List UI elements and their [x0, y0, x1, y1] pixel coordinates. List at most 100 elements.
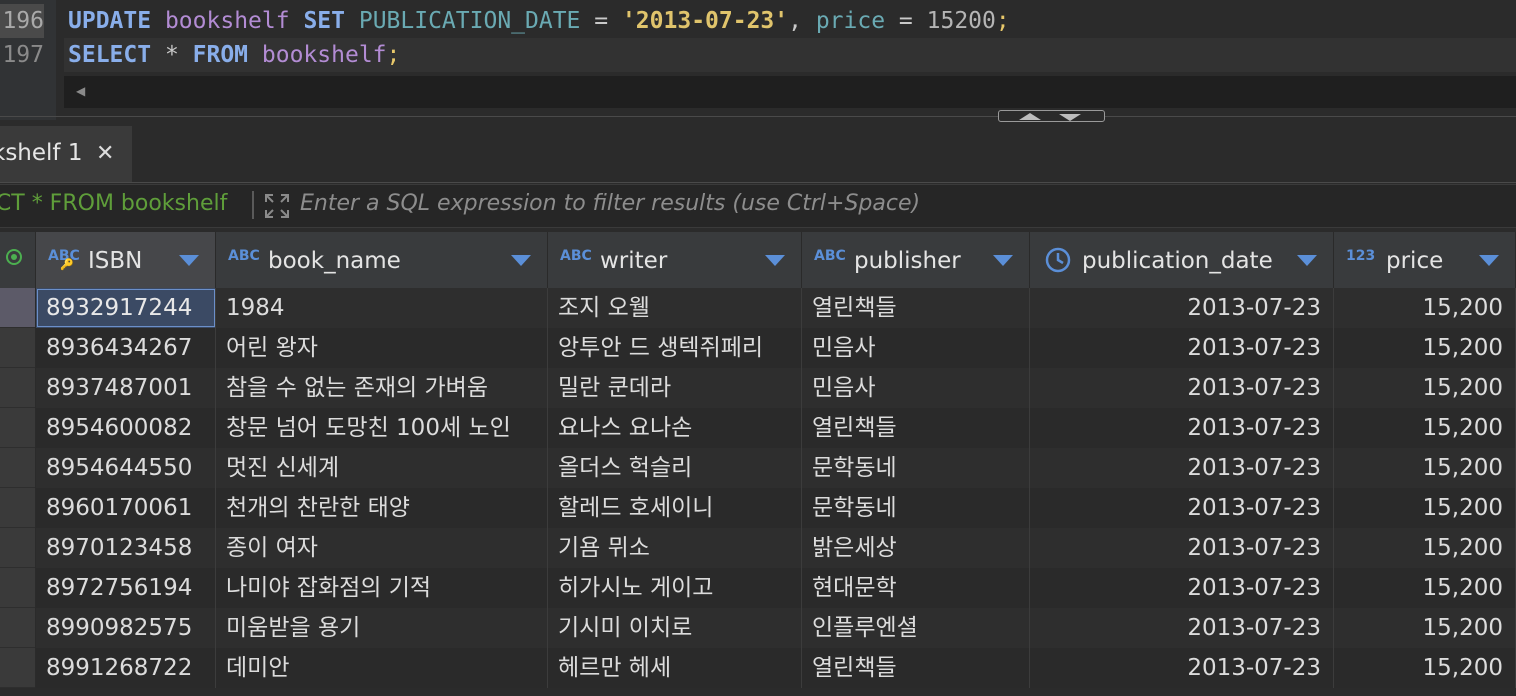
table-row[interactable]: 8972756194 나미야 잡화점의 기적 히가시노 게이고 현대문학 2013-07…: [36, 568, 1516, 608]
column-header-publisher[interactable]: ABC publisher: [802, 232, 1030, 288]
row-number-cell[interactable]: [0, 528, 35, 568]
table-cell[interactable]: 15,200: [1334, 368, 1516, 408]
table-cell[interactable]: 2013-07-23: [1030, 408, 1334, 448]
code-line[interactable]: UPDATE bookshelf SET PUBLICATION_DATE = …: [68, 4, 1010, 38]
table-cell[interactable]: 어린 왕자: [216, 328, 548, 368]
table-cell[interactable]: 8970123458: [36, 528, 216, 568]
horizontal-scrollbar[interactable]: ◀: [64, 76, 1516, 108]
editor-line-197[interactable]: 197 SELECT * FROM bookshelf;: [0, 38, 1516, 72]
code-line[interactable]: SELECT * FROM bookshelf;: [68, 38, 400, 72]
table-cell[interactable]: 조지 오웰: [548, 288, 802, 328]
table-cell[interactable]: 요나스 요나손: [548, 408, 802, 448]
table-cell[interactable]: 올더스 헉슬리: [548, 448, 802, 488]
table-cell[interactable]: 8936434267: [36, 328, 216, 368]
table-cell[interactable]: 15,200: [1334, 288, 1516, 328]
table-cell[interactable]: 15,200: [1334, 448, 1516, 488]
table-cell[interactable]: 문학동네: [802, 448, 1030, 488]
table-cell[interactable]: 할레드 호세이니: [548, 488, 802, 528]
table-cell[interactable]: 15,200: [1334, 408, 1516, 448]
table-cell[interactable]: 8954600082: [36, 408, 216, 448]
row-number-cell[interactable]: [0, 448, 35, 488]
sort-dropdown-icon[interactable]: [179, 255, 199, 266]
table-cell[interactable]: 8954644550: [36, 448, 216, 488]
table-cell[interactable]: 15,200: [1334, 488, 1516, 528]
expand-icon[interactable]: [262, 191, 292, 221]
sort-dropdown-icon[interactable]: [765, 255, 785, 266]
table-cell[interactable]: 15,200: [1334, 328, 1516, 368]
row-number-cell[interactable]: [0, 488, 35, 528]
table-row[interactable]: 8991268722 데미안 헤르만 헤세 열린책들 2013-07-23 15,200: [36, 648, 1516, 688]
table-cell[interactable]: 참을 수 없는 존재의 가벼움: [216, 368, 548, 408]
column-header-book-name[interactable]: ABC book_name: [216, 232, 548, 288]
table-cell[interactable]: 데미안: [216, 648, 548, 688]
sort-dropdown-icon[interactable]: [1297, 255, 1317, 266]
table-cell[interactable]: 2013-07-23: [1030, 648, 1334, 688]
row-number-cell[interactable]: [0, 568, 35, 608]
row-number-cell[interactable]: [0, 608, 35, 648]
table-cell[interactable]: 1984: [216, 288, 548, 328]
table-cell[interactable]: 2013-07-23: [1030, 328, 1334, 368]
scroll-left-icon[interactable]: ◀: [76, 84, 85, 98]
sql-editor[interactable]: 196 UPDATE bookshelf SET PUBLICATION_DAT…: [0, 0, 1516, 120]
table-cell[interactable]: 8991268722: [36, 648, 216, 688]
table-cell[interactable]: 나미야 잡화점의 기적: [216, 568, 548, 608]
row-header-corner[interactable]: [0, 232, 35, 288]
expand-down-icon[interactable]: [1059, 114, 1081, 121]
editor-line-196[interactable]: 196 UPDATE bookshelf SET PUBLICATION_DAT…: [0, 4, 1516, 38]
table-cell[interactable]: 2013-07-23: [1030, 488, 1334, 528]
table-row[interactable]: 8970123458 종이 여자 기욤 뮈소 밝은세상 2013-07-23 15,200: [36, 528, 1516, 568]
sort-dropdown-icon[interactable]: [511, 255, 531, 266]
sort-dropdown-icon[interactable]: [993, 255, 1013, 266]
table-row[interactable]: 8990982575 미움받을 용기 기시미 이치로 인플루엔셜 2013-07-23 1…: [36, 608, 1516, 648]
table-cell[interactable]: 2013-07-23: [1030, 568, 1334, 608]
table-row[interactable]: 8932917244 1984 조지 오웰 열린책들 2013-07-23 15,200: [36, 288, 1516, 328]
table-cell[interactable]: 멋진 신세계: [216, 448, 548, 488]
row-number-cell[interactable]: [0, 288, 35, 328]
table-row[interactable]: 8954644550 멋진 신세계 올더스 헉슬리 문학동네 2013-07-23 15,…: [36, 448, 1516, 488]
sort-dropdown-icon[interactable]: [1479, 255, 1499, 266]
table-cell[interactable]: 헤르만 헤세: [548, 648, 802, 688]
table-cell[interactable]: 2013-07-23: [1030, 608, 1334, 648]
table-cell[interactable]: 밀란 쿤데라: [548, 368, 802, 408]
column-header-isbn[interactable]: ABC 🔑 ISBN: [36, 232, 216, 288]
table-cell[interactable]: 종이 여자: [216, 528, 548, 568]
table-cell[interactable]: 15,200: [1334, 568, 1516, 608]
table-cell[interactable]: 2013-07-23: [1030, 528, 1334, 568]
table-cell[interactable]: 히가시노 게이고: [548, 568, 802, 608]
column-header-writer[interactable]: ABC writer: [548, 232, 802, 288]
close-icon[interactable]: ✕: [96, 143, 114, 165]
table-cell[interactable]: 8932917244: [36, 288, 216, 328]
table-cell[interactable]: 민음사: [802, 328, 1030, 368]
table-cell[interactable]: 열린책들: [802, 288, 1030, 328]
table-row[interactable]: 8937487001 참을 수 없는 존재의 가벼움 밀란 쿤데라 민음사 2013-0…: [36, 368, 1516, 408]
filter-input[interactable]: Enter a SQL expression to filter results…: [300, 191, 920, 216]
table-cell[interactable]: 현대문학: [802, 568, 1030, 608]
table-cell[interactable]: 15,200: [1334, 648, 1516, 688]
table-cell[interactable]: 2013-07-23: [1030, 368, 1334, 408]
table-cell[interactable]: 밝은세상: [802, 528, 1030, 568]
row-number-cell[interactable]: [0, 368, 35, 408]
table-row[interactable]: 8960170061 천개의 찬란한 태양 할레드 호세이니 문학동네 2013-07-…: [36, 488, 1516, 528]
table-cell[interactable]: 15,200: [1334, 528, 1516, 568]
table-row[interactable]: 8936434267 어린 왕자 앙투안 드 생텍쥐페리 민음사 2013-07-23 1…: [36, 328, 1516, 368]
table-cell[interactable]: 미움받을 용기: [216, 608, 548, 648]
table-row[interactable]: 8954600082 창문 넘어 도망친 100세 노인 요나스 요나손 열린책들 20…: [36, 408, 1516, 448]
column-header-price[interactable]: 123 price: [1334, 232, 1516, 288]
row-number-cell[interactable]: [0, 648, 35, 688]
table-cell[interactable]: 기시미 이치로: [548, 608, 802, 648]
table-cell[interactable]: 기욤 뮈소: [548, 528, 802, 568]
table-cell[interactable]: 8990982575: [36, 608, 216, 648]
table-cell[interactable]: 천개의 찬란한 태양: [216, 488, 548, 528]
table-cell[interactable]: 8937487001: [36, 368, 216, 408]
column-header-publication-date[interactable]: publication_date: [1030, 232, 1334, 288]
tab-results-bookshelf[interactable]: kshelf 1 ✕: [0, 126, 132, 182]
table-cell[interactable]: 열린책들: [802, 648, 1030, 688]
table-cell[interactable]: 열린책들: [802, 408, 1030, 448]
panel-splitter-handle[interactable]: [998, 110, 1105, 122]
row-number-cell[interactable]: [0, 328, 35, 368]
table-cell[interactable]: 8972756194: [36, 568, 216, 608]
table-cell[interactable]: 문학동네: [802, 488, 1030, 528]
table-cell[interactable]: 민음사: [802, 368, 1030, 408]
table-cell[interactable]: 2013-07-23: [1030, 448, 1334, 488]
table-cell[interactable]: 2013-07-23: [1030, 288, 1334, 328]
